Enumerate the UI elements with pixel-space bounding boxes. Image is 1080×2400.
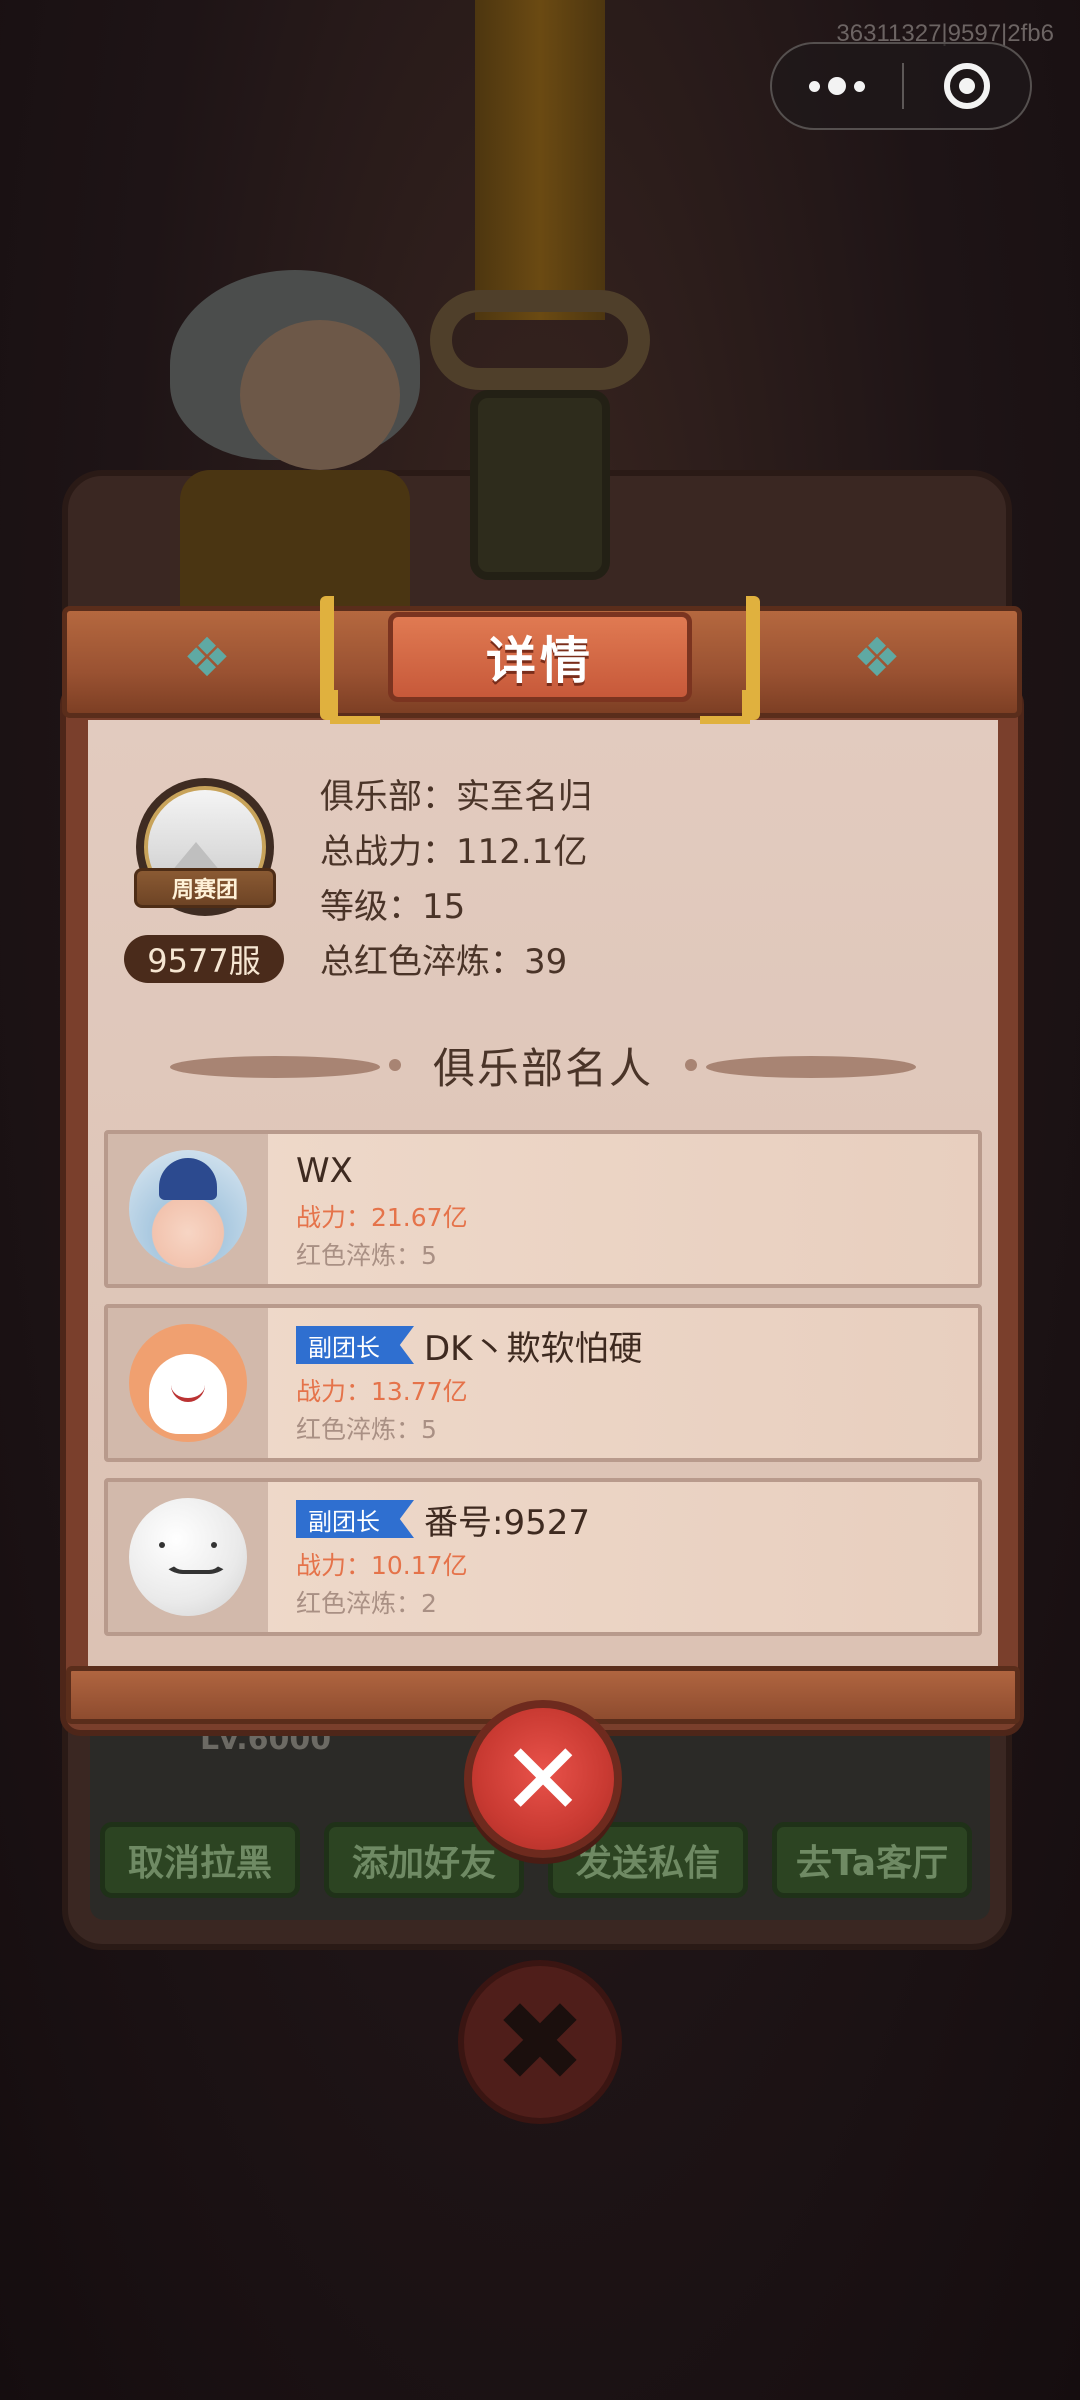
club-name: 俱乐部：实至名归	[320, 777, 592, 817]
club-badge-label: 周赛团	[134, 868, 276, 908]
background-bottle	[470, 390, 610, 580]
background-pole	[475, 0, 605, 320]
unblock-button: 取消拉黑	[100, 1822, 300, 1898]
role-badge: 副团长	[296, 1500, 414, 1538]
member-avatar	[129, 1150, 247, 1268]
club-level: 等级：15	[320, 887, 466, 927]
member-power: 战力：21.67亿	[296, 1203, 468, 1232]
member-name: WX	[296, 1151, 353, 1191]
background-close-button: ✖	[458, 1960, 622, 2124]
member-name-line: WX	[296, 1144, 978, 1198]
member-avatar	[129, 1324, 247, 1442]
title-frame-foot-left	[330, 690, 380, 724]
member-info: 副团长 DK丶欺软怕硬 战力：13.77亿 红色淬炼：5	[268, 1308, 978, 1458]
member-power: 战力：13.77亿	[296, 1377, 468, 1406]
member-row[interactable]: 副团长 DK丶欺软怕硬 战力：13.77亿 红色淬炼：5	[104, 1304, 982, 1462]
member-refine: 红色淬炼：5	[296, 1415, 437, 1444]
member-refine: 红色淬炼：5	[296, 1241, 437, 1270]
club-info: 俱乐部：实至名归 总战力：112.1亿 等级：15 总红色淬炼：39	[320, 770, 960, 990]
member-avatar-cell	[108, 1308, 268, 1458]
member-name-line: 副团长 番号:9527	[296, 1492, 978, 1546]
background-clip	[430, 290, 650, 390]
member-row[interactable]: 副团长 番号:9527 战力：10.17亿 红色淬炼：2	[104, 1478, 982, 1636]
role-badge: 副团长	[296, 1326, 414, 1364]
server-badge: 9577服	[124, 935, 284, 983]
fish-emblem-icon: ❖	[852, 626, 902, 689]
member-name: DK丶欺软怕硬	[424, 1328, 643, 1369]
member-avatar	[129, 1498, 247, 1616]
club-total-refine: 总红色淬炼：39	[320, 942, 568, 982]
background-character-body	[180, 470, 410, 610]
member-info: 副团长 番号:9527 战力：10.17亿 红色淬炼：2	[268, 1482, 978, 1632]
member-power: 战力：10.17亿	[296, 1551, 468, 1580]
title-frame-foot-right	[700, 690, 750, 724]
dialog-title: 详情	[388, 612, 692, 702]
more-dots-icon[interactable]	[772, 44, 902, 128]
club-total-power: 总战力：112.1亿	[320, 832, 588, 872]
member-avatar-cell	[108, 1482, 268, 1632]
member-refine: 红色淬炼：2	[296, 1589, 437, 1618]
visit-living-room-button: 去Ta客厅	[772, 1822, 972, 1898]
target-close-icon[interactable]	[904, 63, 1030, 109]
member-name: 番号:9527	[424, 1502, 590, 1543]
member-avatar-cell	[108, 1134, 268, 1284]
member-info: WX 战力：21.67亿 红色淬炼：5	[268, 1134, 978, 1284]
miniprogram-capsule	[770, 42, 1032, 130]
fish-decoration-left	[170, 1050, 407, 1080]
section-title: 俱乐部名人	[433, 1043, 654, 1093]
section-header: 俱乐部名人	[170, 1030, 917, 1100]
member-row[interactable]: WX 战力：21.67亿 红色淬炼：5	[104, 1130, 982, 1288]
fish-decoration-right	[679, 1050, 917, 1080]
member-name-line: 副团长 DK丶欺软怕硬	[296, 1318, 978, 1372]
background-character-face	[240, 320, 400, 470]
fish-emblem-icon: ❖	[182, 626, 232, 689]
close-button[interactable]: ✕	[464, 1700, 622, 1858]
